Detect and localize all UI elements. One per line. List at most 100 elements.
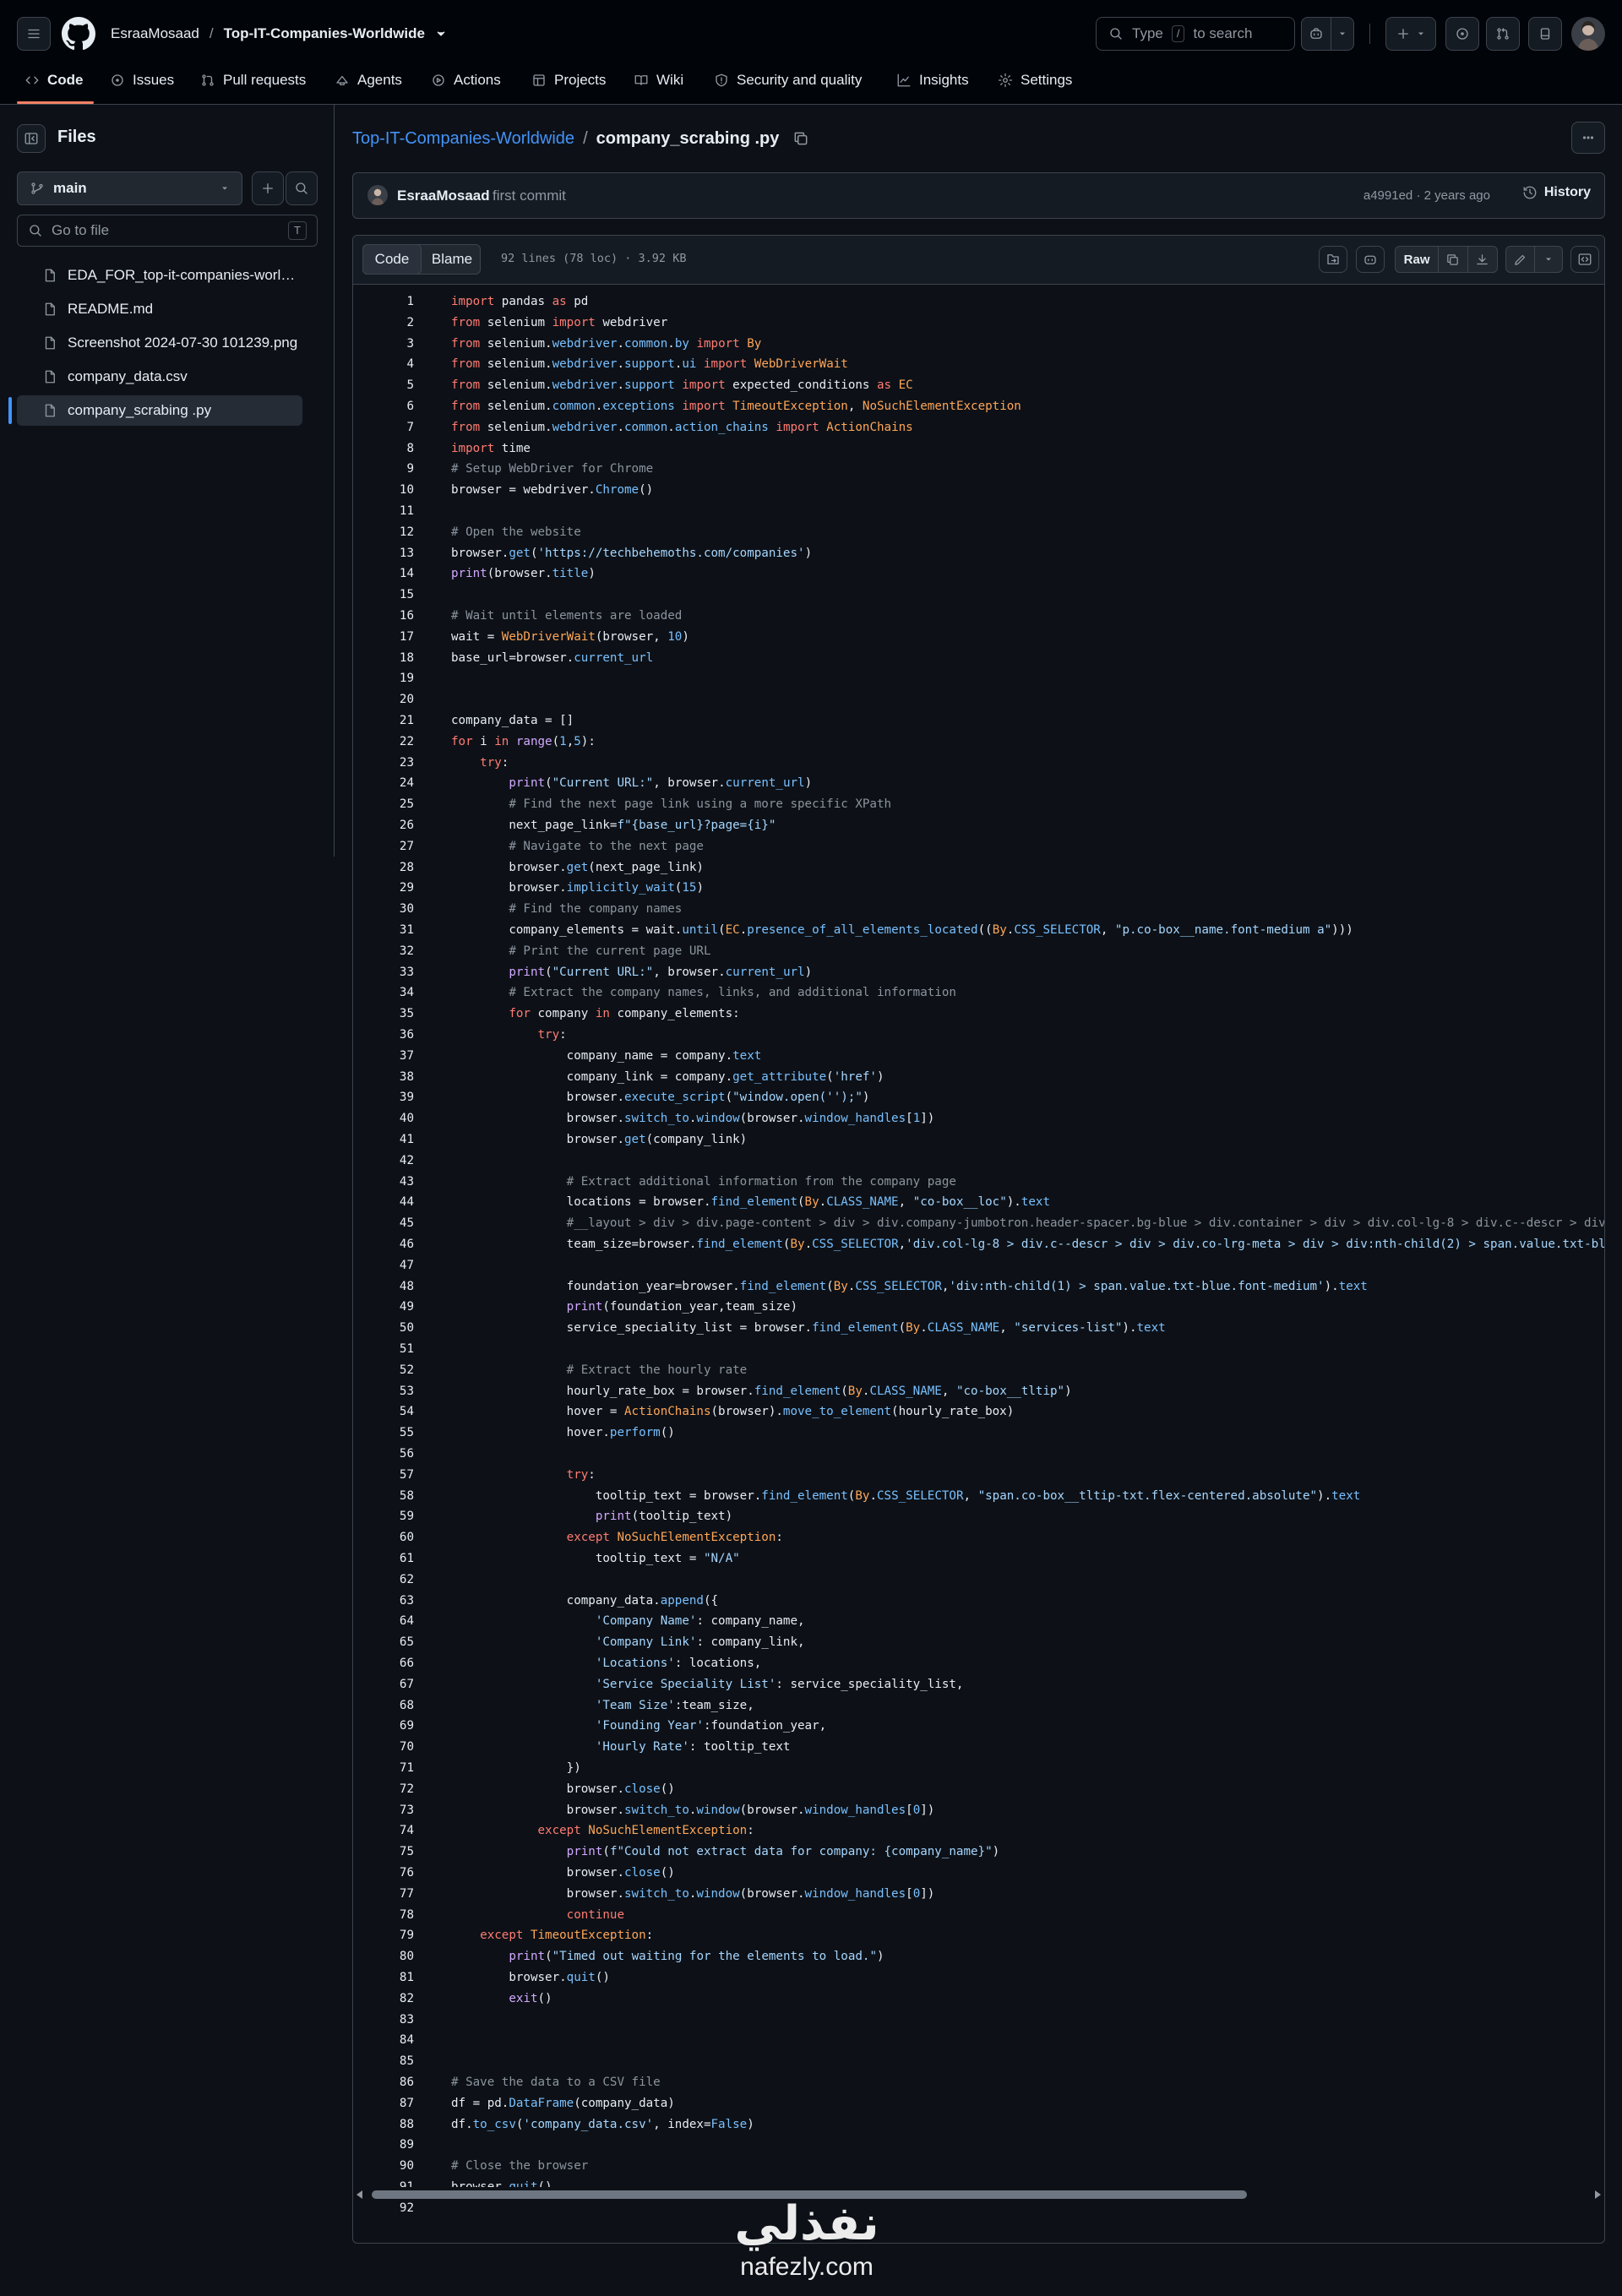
line-number[interactable]: 83: [353, 2010, 414, 2031]
edit-dropdown-button[interactable]: [1535, 247, 1563, 272]
raw-button[interactable]: Raw: [1396, 247, 1440, 272]
tab-projects[interactable]: Projects: [531, 68, 606, 93]
file-item[interactable]: Screenshot 2024-07-30 101239.png: [17, 328, 302, 358]
line-number[interactable]: 12: [353, 522, 414, 543]
line-number[interactable]: 62: [353, 1570, 414, 1591]
line-number[interactable]: 66: [353, 1653, 414, 1674]
file-item[interactable]: EDA_FOR_top-it-companies-worldwide: [17, 260, 302, 291]
line-number[interactable]: 61: [353, 1548, 414, 1570]
edit-button[interactable]: [1506, 247, 1535, 272]
file-item-selected[interactable]: company_scrabing .py: [17, 395, 302, 426]
line-number[interactable]: 23: [353, 753, 414, 774]
tab-agents[interactable]: Agents: [335, 68, 402, 93]
line-number[interactable]: 30: [353, 899, 414, 920]
line-number[interactable]: 44: [353, 1192, 414, 1213]
tab-issues[interactable]: Issues: [110, 68, 174, 93]
line-number[interactable]: 28: [353, 857, 414, 879]
avatar[interactable]: [1571, 17, 1605, 51]
commit-author[interactable]: EsraaMosaad: [397, 188, 490, 204]
line-number[interactable]: 52: [353, 1360, 414, 1381]
file-item[interactable]: README.md: [17, 294, 302, 324]
tab-code[interactable]: Code: [24, 68, 84, 93]
commit-meta[interactable]: a4991ed · 2 years ago: [1363, 188, 1490, 203]
line-number[interactable]: 87: [353, 2093, 414, 2114]
line-number[interactable]: 86: [353, 2072, 414, 2093]
line-number[interactable]: 5: [353, 375, 414, 396]
line-number[interactable]: 56: [353, 1444, 414, 1465]
line-number[interactable]: 31: [353, 920, 414, 941]
tab-actions[interactable]: Actions: [431, 68, 501, 93]
line-number[interactable]: 19: [353, 668, 414, 689]
line-number[interactable]: 72: [353, 1779, 414, 1800]
line-number[interactable]: 81: [353, 1967, 414, 1989]
line-number[interactable]: 33: [353, 962, 414, 983]
line-number[interactable]: 78: [353, 1905, 414, 1926]
line-number[interactable]: 76: [353, 1863, 414, 1884]
tab-settings[interactable]: Settings: [998, 68, 1072, 93]
create-new-button[interactable]: [1385, 17, 1436, 51]
line-number[interactable]: 89: [353, 2135, 414, 2156]
line-number[interactable]: 29: [353, 878, 414, 899]
line-number[interactable]: 32: [353, 941, 414, 962]
line-number[interactable]: 7: [353, 417, 414, 438]
breadcrumb-repo-link[interactable]: Top-IT-Companies-Worldwide: [352, 129, 574, 149]
line-number[interactable]: 80: [353, 1946, 414, 1967]
menu-button[interactable]: [17, 17, 51, 51]
line-number[interactable]: 47: [353, 1255, 414, 1276]
line-number[interactable]: 40: [353, 1108, 414, 1129]
line-number[interactable]: 14: [353, 563, 414, 585]
line-number[interactable]: 20: [353, 689, 414, 710]
line-number[interactable]: 58: [353, 1486, 414, 1507]
line-number[interactable]: 11: [353, 501, 414, 522]
copilot-file-button[interactable]: [1356, 246, 1385, 273]
line-number[interactable]: 17: [353, 627, 414, 648]
repo-link[interactable]: Top-IT-Companies-Worldwide: [224, 25, 425, 42]
line-number[interactable]: 46: [353, 1234, 414, 1255]
line-number[interactable]: 10: [353, 480, 414, 501]
line-number[interactable]: 37: [353, 1046, 414, 1067]
line-number[interactable]: 84: [353, 2030, 414, 2051]
line-number[interactable]: 51: [353, 1339, 414, 1360]
blame-tab[interactable]: Blame: [422, 245, 482, 274]
line-number[interactable]: 34: [353, 982, 414, 1004]
line-number[interactable]: 43: [353, 1172, 414, 1193]
scroll-left-arrow[interactable]: [357, 2190, 362, 2199]
symbols-panel-button[interactable]: [1570, 246, 1599, 273]
owner-link[interactable]: EsraaMosaad: [111, 25, 199, 42]
line-number[interactable]: 39: [353, 1087, 414, 1108]
line-number[interactable]: 60: [353, 1527, 414, 1548]
line-number[interactable]: 70: [353, 1737, 414, 1758]
issues-button[interactable]: [1445, 17, 1479, 51]
download-button[interactable]: [1468, 247, 1497, 272]
line-number[interactable]: 49: [353, 1297, 414, 1318]
line-number[interactable]: 21: [353, 710, 414, 732]
line-number[interactable]: 57: [353, 1465, 414, 1486]
line-number[interactable]: 1: [353, 291, 414, 313]
copilot-dropdown-button[interactable]: [1331, 17, 1354, 51]
commit-author-avatar[interactable]: [367, 185, 388, 205]
line-number[interactable]: 8: [353, 438, 414, 460]
tab-security[interactable]: Security and quality: [714, 68, 862, 93]
line-number[interactable]: 85: [353, 2051, 414, 2072]
line-number[interactable]: 4: [353, 354, 414, 375]
collapse-sidebar-button[interactable]: [17, 124, 46, 153]
line-number[interactable]: 15: [353, 585, 414, 606]
line-number[interactable]: 63: [353, 1591, 414, 1612]
line-number[interactable]: 54: [353, 1401, 414, 1423]
search-files-button[interactable]: [286, 171, 318, 205]
line-number[interactable]: 13: [353, 543, 414, 564]
line-number[interactable]: 25: [353, 794, 414, 815]
line-number[interactable]: 38: [353, 1067, 414, 1088]
line-number[interactable]: 41: [353, 1129, 414, 1151]
line-number[interactable]: 65: [353, 1632, 414, 1653]
search-input[interactable]: Type / to search: [1096, 17, 1295, 51]
line-number[interactable]: 59: [353, 1506, 414, 1527]
inbox-button[interactable]: [1528, 17, 1562, 51]
code-tab[interactable]: Code: [362, 244, 422, 275]
go-to-file-input[interactable]: Go to file T: [17, 215, 318, 247]
line-number[interactable]: 22: [353, 732, 414, 753]
scroll-right-arrow[interactable]: [1595, 2190, 1601, 2199]
line-number[interactable]: 90: [353, 2156, 414, 2177]
line-number[interactable]: 64: [353, 1611, 414, 1632]
more-options-button[interactable]: [1571, 122, 1605, 154]
